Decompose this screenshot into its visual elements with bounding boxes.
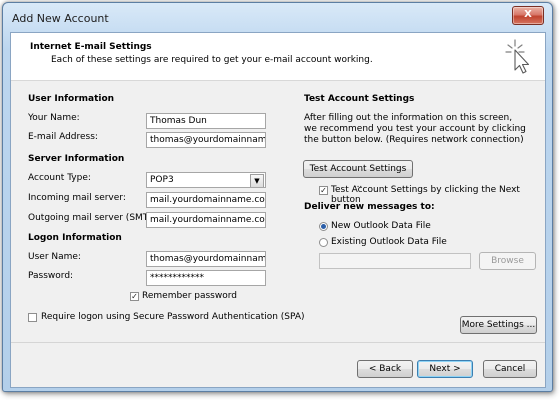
spa-label: Require logon using Secure Password Auth… (41, 312, 305, 322)
email-address-input[interactable]: thomas@yourdomainname.com (146, 132, 266, 148)
deliver-messages-heading: Deliver new messages to: (304, 202, 435, 212)
back-button[interactable]: < Back (357, 360, 413, 378)
add-new-account-dialog: Add New Account X Internet E-mail Settin… (2, 2, 553, 392)
chevron-down-icon[interactable]: ▼ (250, 174, 264, 187)
outgoing-server-input[interactable]: mail.yourdomainname.com (146, 212, 266, 228)
page-title: Internet E-mail Settings (30, 42, 152, 52)
data-file-path-input (319, 253, 471, 269)
browse-button: Browse (479, 252, 536, 270)
test-account-settings-button[interactable]: Test Account Settings ... (303, 160, 413, 190)
remember-password-label: Remember password (142, 291, 237, 301)
header-band: Internet E-mail Settings Each of these s… (11, 33, 545, 81)
test-account-heading: Test Account Settings (304, 94, 415, 104)
new-data-file-label: New Outlook Data File (331, 221, 431, 231)
incoming-server-label: Incoming mail server: (28, 193, 126, 203)
next-button[interactable]: Next > (417, 360, 473, 378)
account-type-select[interactable]: POP3 ▼ (146, 172, 266, 188)
page-subtitle: Each of these settings are required to g… (51, 55, 373, 65)
outgoing-server-label: Outgoing mail server (SMTP): (28, 213, 161, 223)
dialog-body: Internet E-mail Settings Each of these s… (10, 32, 546, 388)
test-on-next-checkbox[interactable]: ✓ (319, 186, 328, 195)
title-bar[interactable]: Add New Account X (3, 3, 552, 33)
logon-information-heading: Logon Information (28, 233, 122, 243)
account-type-value: POP3 (150, 175, 174, 185)
account-type-label: Account Type: (28, 173, 91, 183)
user-name-label: User Name: (28, 252, 81, 262)
existing-data-file-radio[interactable] (319, 238, 328, 247)
password-input[interactable]: ************ (146, 270, 266, 286)
server-information-heading: Server Information (28, 154, 125, 164)
pointer-click-icon (505, 39, 530, 74)
your-name-input[interactable]: Thomas Dun (146, 113, 266, 129)
cancel-button[interactable]: Cancel (483, 360, 537, 378)
user-information-heading: User Information (28, 94, 115, 104)
existing-data-file-label: Existing Outlook Data File (331, 237, 447, 247)
incoming-server-input[interactable]: mail.yourdomainname.com (146, 192, 266, 208)
more-settings-button[interactable]: More Settings ... (460, 316, 537, 334)
user-name-input[interactable]: thomas@yourdomainname.com (146, 251, 266, 267)
footer-divider (11, 342, 545, 343)
email-address-label: E-mail Address: (28, 132, 98, 142)
window-title: Add New Account (12, 12, 109, 25)
new-data-file-radio[interactable] (319, 222, 328, 231)
password-label: Password: (28, 271, 74, 281)
close-button[interactable]: X (512, 6, 544, 25)
spa-checkbox[interactable] (28, 313, 37, 322)
your-name-label: Your Name: (28, 113, 80, 123)
remember-password-checkbox[interactable]: ✓ (130, 292, 139, 301)
test-description: After filling out the information on thi… (304, 113, 526, 145)
